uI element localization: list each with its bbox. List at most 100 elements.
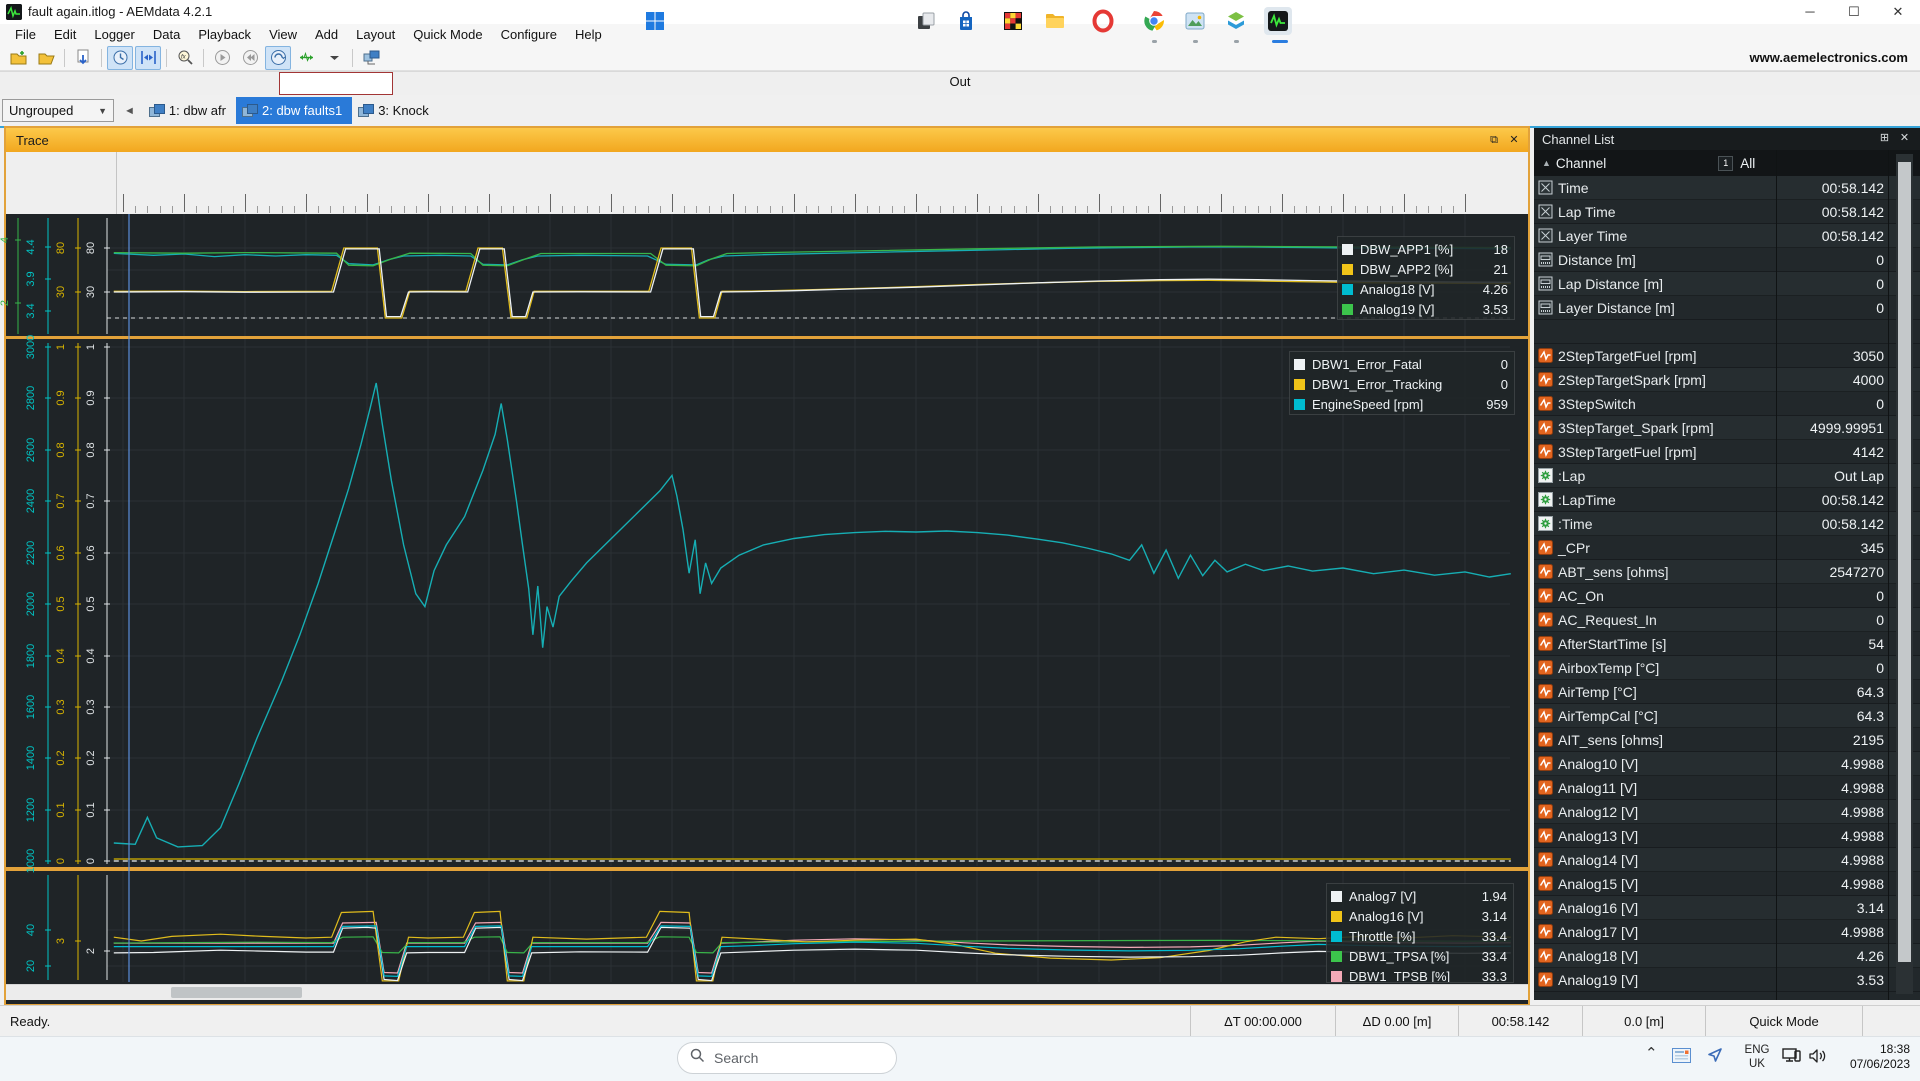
chrome-icon[interactable] <box>1140 7 1168 35</box>
filter-column-header[interactable]: All <box>1740 156 1755 171</box>
channel-column-header[interactable]: Channel <box>1556 156 1606 171</box>
channel-row-ac-request-in[interactable]: AC_Request_In0 <box>1534 608 1920 632</box>
channel-row-analog16-v-[interactable]: Analog16 [V]3.14 <box>1534 896 1920 920</box>
channel-row--cpr[interactable]: _CPr345 <box>1534 536 1920 560</box>
minimize-button[interactable]: ─ <box>1788 0 1832 24</box>
loop-playback-button[interactable] <box>265 46 291 70</box>
tray-network-icon[interactable] <box>1782 1048 1802 1068</box>
rewind-button[interactable] <box>237 46 263 70</box>
channel-list-options-icon[interactable]: ⊞ <box>1877 131 1892 146</box>
tab-1-dbw-afr[interactable]: 1: dbw afr <box>143 97 236 124</box>
menu-help[interactable]: Help <box>566 25 611 44</box>
trace-horizontal-scrollbar[interactable] <box>6 984 1528 1000</box>
channel-row-layer-time[interactable]: Layer Time00:58.142 <box>1534 224 1920 248</box>
channel-row-analog17-v-[interactable]: Analog17 [V]4.9988 <box>1534 920 1920 944</box>
group-selector[interactable]: Ungrouped ▼ <box>2 99 114 122</box>
channel-row-afterstarttime-s-[interactable]: AfterStartTime [s]54 <box>1534 632 1920 656</box>
channel-row-airtempcal-c-[interactable]: AirTempCal [°C]64.3 <box>1534 704 1920 728</box>
time-display-toggle-button[interactable] <box>107 46 133 70</box>
channel-row-3steptarget-spark-rpm-[interactable]: 3StepTarget_Spark [rpm]4999.99951 <box>1534 416 1920 440</box>
channel-row-2steptargetspark-rpm-[interactable]: 2StepTargetSpark [rpm]4000 <box>1534 368 1920 392</box>
channel-row-analog19-v-[interactable]: Analog19 [V]3.53 <box>1534 968 1920 992</box>
channel-row-airtemp-c-[interactable]: AirTemp [°C]64.3 <box>1534 680 1920 704</box>
trace-scrollbar-thumb[interactable] <box>171 987 302 998</box>
channel-row-analog10-v-[interactable]: Analog10 [V]4.9988 <box>1534 752 1920 776</box>
channel-row-analog12-v-[interactable]: Analog12 [V]4.9988 <box>1534 800 1920 824</box>
fit-traces-dropdown-button[interactable] <box>321 46 347 70</box>
channel-row-lap-distance-m-[interactable]: Lap Distance [m]0 <box>1534 272 1920 296</box>
channel-list-scrollbar[interactable] <box>1896 154 1913 994</box>
zoom-tools-button[interactable]: fx <box>172 46 198 70</box>
close-button[interactable]: ✕ <box>1876 0 1920 24</box>
tray-language-indicator[interactable]: ENG UK <box>1742 1043 1772 1071</box>
bluestacks-icon[interactable] <box>1222 7 1250 35</box>
menu-edit[interactable]: Edit <box>45 25 85 44</box>
channel-row-analog11-v-[interactable]: Analog11 [V]4.9988 <box>1534 776 1920 800</box>
channel-row-lap-time[interactable]: Lap Time00:58.142 <box>1534 200 1920 224</box>
channel-row-analog15-v-[interactable]: Analog15 [V]4.9988 <box>1534 872 1920 896</box>
tray-volume-icon[interactable] <box>1808 1048 1828 1067</box>
channel-list-title-bar[interactable]: Channel List <box>1534 128 1920 150</box>
menu-logger[interactable]: Logger <box>85 25 143 44</box>
task-view-icon[interactable] <box>912 7 940 35</box>
opera-icon[interactable] <box>1089 7 1117 35</box>
open-log-button[interactable] <box>33 46 59 70</box>
tray-chevron-icon[interactable]: ⌃ <box>1645 1044 1658 1062</box>
sort-ascending-icon[interactable]: ▲ <box>1542 158 1551 168</box>
tray-clock[interactable]: 18:38 07/06/2023 <box>1838 1042 1910 1072</box>
plot-separator-1[interactable] <box>6 336 1528 339</box>
microsoft-store-icon[interactable] <box>952 7 980 35</box>
maximize-button[interactable]: ☐ <box>1832 0 1876 24</box>
channel-row-ac-on[interactable]: AC_On0 <box>1534 584 1920 608</box>
channel-row--time[interactable]: :Time00:58.142 <box>1534 512 1920 536</box>
range-markers-toggle-button[interactable] <box>135 46 161 70</box>
channel-row-3steptargetfuel-rpm-[interactable]: 3StepTargetFuel [rpm]4142 <box>1534 440 1920 464</box>
channel-row-time[interactable]: Time00:58.142 <box>1534 176 1920 200</box>
race-studio-icon[interactable] <box>999 7 1027 35</box>
start-button[interactable] <box>641 7 669 35</box>
new-log-button[interactable] <box>5 46 31 70</box>
tray-mail-icon[interactable] <box>1672 1048 1691 1066</box>
channel-row-airboxtemp-c-[interactable]: AirboxTemp [°C]0 <box>1534 656 1920 680</box>
channel-row-abt-sens-ohms-[interactable]: ABT_sens [ohms]2547270 <box>1534 560 1920 584</box>
channel-row-analog18-v-[interactable]: Analog18 [V]4.26 <box>1534 944 1920 968</box>
channel-list-scrollbar-thumb[interactable] <box>1898 162 1911 962</box>
photos-app-icon[interactable] <box>1181 7 1209 35</box>
trace-options-icon[interactable]: ⧉ <box>1486 132 1502 148</box>
fit-traces-button[interactable] <box>293 46 319 70</box>
channel-list-close-icon[interactable]: ✕ <box>1897 131 1912 146</box>
channel-row-layer-distance-m-[interactable]: Layer Distance [m]0 <box>1534 296 1920 320</box>
tray-location-icon[interactable] <box>1706 1046 1724 1067</box>
tab-3-knock[interactable]: 3: Knock <box>352 97 439 124</box>
aemdata-taskbar-icon[interactable] <box>1264 7 1292 35</box>
menu-quick-mode[interactable]: Quick Mode <box>404 25 491 44</box>
menu-layout[interactable]: Layout <box>347 25 404 44</box>
menu-playback[interactable]: Playback <box>189 25 260 44</box>
layout-windows-button[interactable] <box>358 46 384 70</box>
text-entry-box[interactable] <box>279 72 393 95</box>
plot-separator-2[interactable] <box>6 867 1528 871</box>
channel-list-header[interactable]: ▲ Channel 1 All <box>1534 150 1920 176</box>
menu-add[interactable]: Add <box>306 25 347 44</box>
import-log-button[interactable] <box>70 46 96 70</box>
channel-row-analog13-v-[interactable]: Analog13 [V]4.9988 <box>1534 824 1920 848</box>
channel-row--lap[interactable]: :LapOut Lap <box>1534 464 1920 488</box>
channel-row-analog14-v-[interactable]: Analog14 [V]4.9988 <box>1534 848 1920 872</box>
channel-row-ait-sens-ohms-[interactable]: AIT_sens [ohms]2195 <box>1534 728 1920 752</box>
play-button[interactable] <box>209 46 235 70</box>
file-explorer-icon[interactable] <box>1041 7 1069 35</box>
menu-view[interactable]: View <box>260 25 306 44</box>
menu-file[interactable]: File <box>6 25 45 44</box>
channel-row-distance-m-[interactable]: Distance [m]0 <box>1534 248 1920 272</box>
channel-row-3stepswitch[interactable]: 3StepSwitch0 <box>1534 392 1920 416</box>
tab-2-dbw-faults1[interactable]: 2: dbw faults1 <box>236 97 352 124</box>
search-input[interactable]: Search <box>677 1042 897 1074</box>
channel-row--laptime[interactable]: :LapTime00:58.142 <box>1534 488 1920 512</box>
channel-row-2steptargetfuel-rpm-[interactable]: 2StepTargetFuel [rpm]3050 <box>1534 344 1920 368</box>
time-axis-row[interactable]: Time 0:580:591:001:011:021:031:041:051:0… <box>6 192 1528 215</box>
menu-configure[interactable]: Configure <box>492 25 566 44</box>
trace-close-icon[interactable]: ✕ <box>1506 132 1522 148</box>
menu-data[interactable]: Data <box>144 25 189 44</box>
tab-scroll-left-icon[interactable]: ◄ <box>124 105 135 117</box>
trace-window-title-bar[interactable]: Trace <box>6 128 1528 152</box>
